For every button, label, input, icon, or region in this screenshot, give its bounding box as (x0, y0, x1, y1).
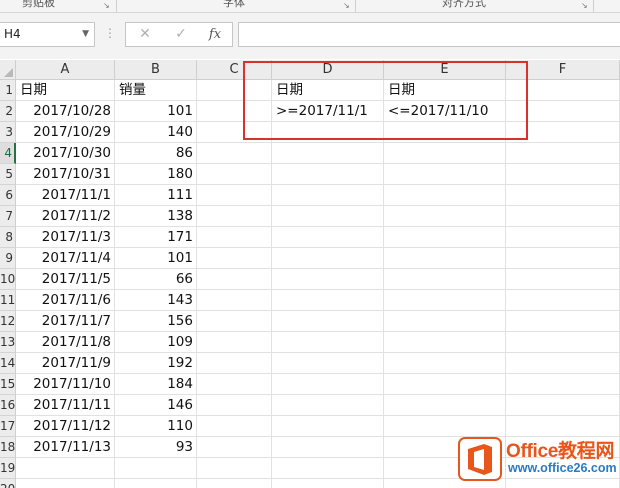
cell-date[interactable]: 2017/10/31 (16, 164, 115, 185)
cell-e2[interactable]: <=2017/11/10 (384, 101, 506, 122)
column-header-b[interactable]: B (115, 60, 197, 80)
ribbon-group-labels: 剪贴板 ↘ 字体 ↘ 对齐方式 ↘ (0, 0, 620, 13)
row-header-7[interactable]: 7 (0, 206, 16, 227)
row-header-5[interactable]: 5 (0, 164, 16, 185)
row-header-8[interactable]: 8 (0, 227, 16, 248)
row-header-9[interactable]: 9 (0, 248, 16, 269)
row-header-14[interactable]: 14 (0, 353, 16, 374)
cell-sales[interactable]: 192 (115, 353, 197, 374)
formula-bar: H4 ▼ ⋮ ✕ ✓ fx (0, 13, 620, 59)
ribbon-separator (355, 0, 356, 12)
office-logo-icon (458, 437, 502, 481)
column-header-d[interactable]: D (272, 60, 384, 80)
cell-date[interactable]: 2017/10/29 (16, 122, 115, 143)
chevron-down-icon[interactable]: ▼ (82, 23, 89, 46)
cell-sales[interactable]: 101 (115, 101, 197, 122)
row-header-3[interactable]: 3 (0, 122, 16, 143)
cell-sales[interactable]: 109 (115, 332, 197, 353)
row-header-10[interactable]: 10 (0, 269, 16, 290)
alignment-dialog-launcher-icon[interactable]: ↘ (581, 1, 588, 10)
cell-b1[interactable]: 销量 (115, 80, 197, 101)
column-gridline (505, 80, 506, 488)
cell-sales[interactable]: 110 (115, 416, 197, 437)
cell-sales[interactable]: 66 (115, 269, 197, 290)
cell-sales[interactable]: 180 (115, 164, 197, 185)
watermark-url: www.office26.com (508, 461, 617, 475)
cell-date[interactable]: 2017/11/2 (16, 206, 115, 227)
cell-date[interactable]: 2017/10/28 (16, 101, 115, 122)
cell-d2[interactable]: >=2017/11/1 (272, 101, 384, 122)
cell-a1[interactable]: 日期 (16, 80, 115, 101)
font-dialog-launcher-icon[interactable]: ↘ (343, 1, 350, 10)
formula-input[interactable] (238, 22, 620, 47)
cell-date[interactable]: 2017/11/9 (16, 353, 115, 374)
cell-date[interactable]: 2017/11/1 (16, 185, 115, 206)
row-header-11[interactable]: 11 (0, 290, 16, 311)
cell-e1[interactable]: 日期 (384, 80, 506, 101)
ribbon-group-alignment: 对齐方式 (442, 0, 486, 9)
cell-date[interactable]: 2017/11/12 (16, 416, 115, 437)
name-box-value: H4 (4, 27, 21, 41)
cell-sales[interactable]: 184 (115, 374, 197, 395)
cell-date[interactable]: 2017/11/7 (16, 311, 115, 332)
cell-sales[interactable]: 86 (115, 143, 197, 164)
cell-date[interactable]: 2017/11/8 (16, 332, 115, 353)
cell-sales[interactable]: 111 (115, 185, 197, 206)
cell-sales[interactable]: 146 (115, 395, 197, 416)
cell-date[interactable]: 2017/11/6 (16, 290, 115, 311)
row-header-16[interactable]: 16 (0, 395, 16, 416)
worksheet-grid[interactable]: ABCDEF 1234567891011121314151617181920 日… (0, 60, 620, 488)
cell-sales[interactable]: 93 (115, 437, 197, 458)
row-header-17[interactable]: 17 (0, 416, 16, 437)
insert-function-icon[interactable]: fx (202, 23, 228, 46)
column-header-e[interactable]: E (384, 60, 506, 80)
enter-check-icon[interactable]: ✓ (168, 23, 194, 46)
clipboard-dialog-launcher-icon[interactable]: ↘ (103, 1, 110, 10)
cell-date[interactable]: 2017/11/11 (16, 395, 115, 416)
column-gridline (271, 80, 272, 488)
cell-date[interactable]: 2017/11/13 (16, 437, 115, 458)
row-header-19[interactable]: 19 (0, 458, 16, 479)
ribbon-separator (116, 0, 117, 12)
ribbon-separator (593, 0, 594, 12)
more-options-icon[interactable]: ⋮ (104, 26, 116, 40)
row-header-6[interactable]: 6 (0, 185, 16, 206)
row-header-4[interactable]: 4 (0, 143, 16, 164)
row-header-1[interactable]: 1 (0, 80, 16, 101)
select-all-corner[interactable] (0, 60, 16, 80)
column-header-c[interactable]: C (197, 60, 272, 80)
office26-watermark: Office教程网 www.office26.com (454, 434, 620, 488)
column-header-a[interactable]: A (16, 60, 115, 80)
cell-d1[interactable]: 日期 (272, 80, 384, 101)
select-all-triangle-icon (4, 68, 13, 77)
cell-date[interactable]: 2017/11/3 (16, 227, 115, 248)
cancel-icon[interactable]: ✕ (132, 23, 158, 46)
row-header-2[interactable]: 2 (0, 101, 16, 122)
watermark-brand: Office教程网 (506, 441, 615, 462)
cell-date[interactable]: 2017/11/5 (16, 269, 115, 290)
row-header-18[interactable]: 18 (0, 437, 16, 458)
cell-sales[interactable]: 138 (115, 206, 197, 227)
cell-sales[interactable]: 156 (115, 311, 197, 332)
row-header-13[interactable]: 13 (0, 332, 16, 353)
cell-sales[interactable]: 101 (115, 248, 197, 269)
row-header-15[interactable]: 15 (0, 374, 16, 395)
formula-tools: ✕ ✓ fx (125, 22, 233, 47)
cell-sales[interactable]: 140 (115, 122, 197, 143)
cell-date[interactable]: 2017/10/30 (16, 143, 115, 164)
column-header-f[interactable]: F (506, 60, 620, 80)
cell-sales[interactable]: 143 (115, 290, 197, 311)
column-gridline (383, 80, 384, 488)
ribbon-group-clipboard: 剪贴板 (22, 0, 55, 9)
row-header-12[interactable]: 12 (0, 311, 16, 332)
ribbon-group-font: 字体 (223, 0, 245, 9)
row-header-20[interactable]: 20 (0, 479, 16, 488)
cell-date[interactable]: 2017/11/10 (16, 374, 115, 395)
name-box[interactable]: H4 ▼ (0, 22, 95, 47)
cell-sales[interactable]: 171 (115, 227, 197, 248)
cell-date[interactable]: 2017/11/4 (16, 248, 115, 269)
